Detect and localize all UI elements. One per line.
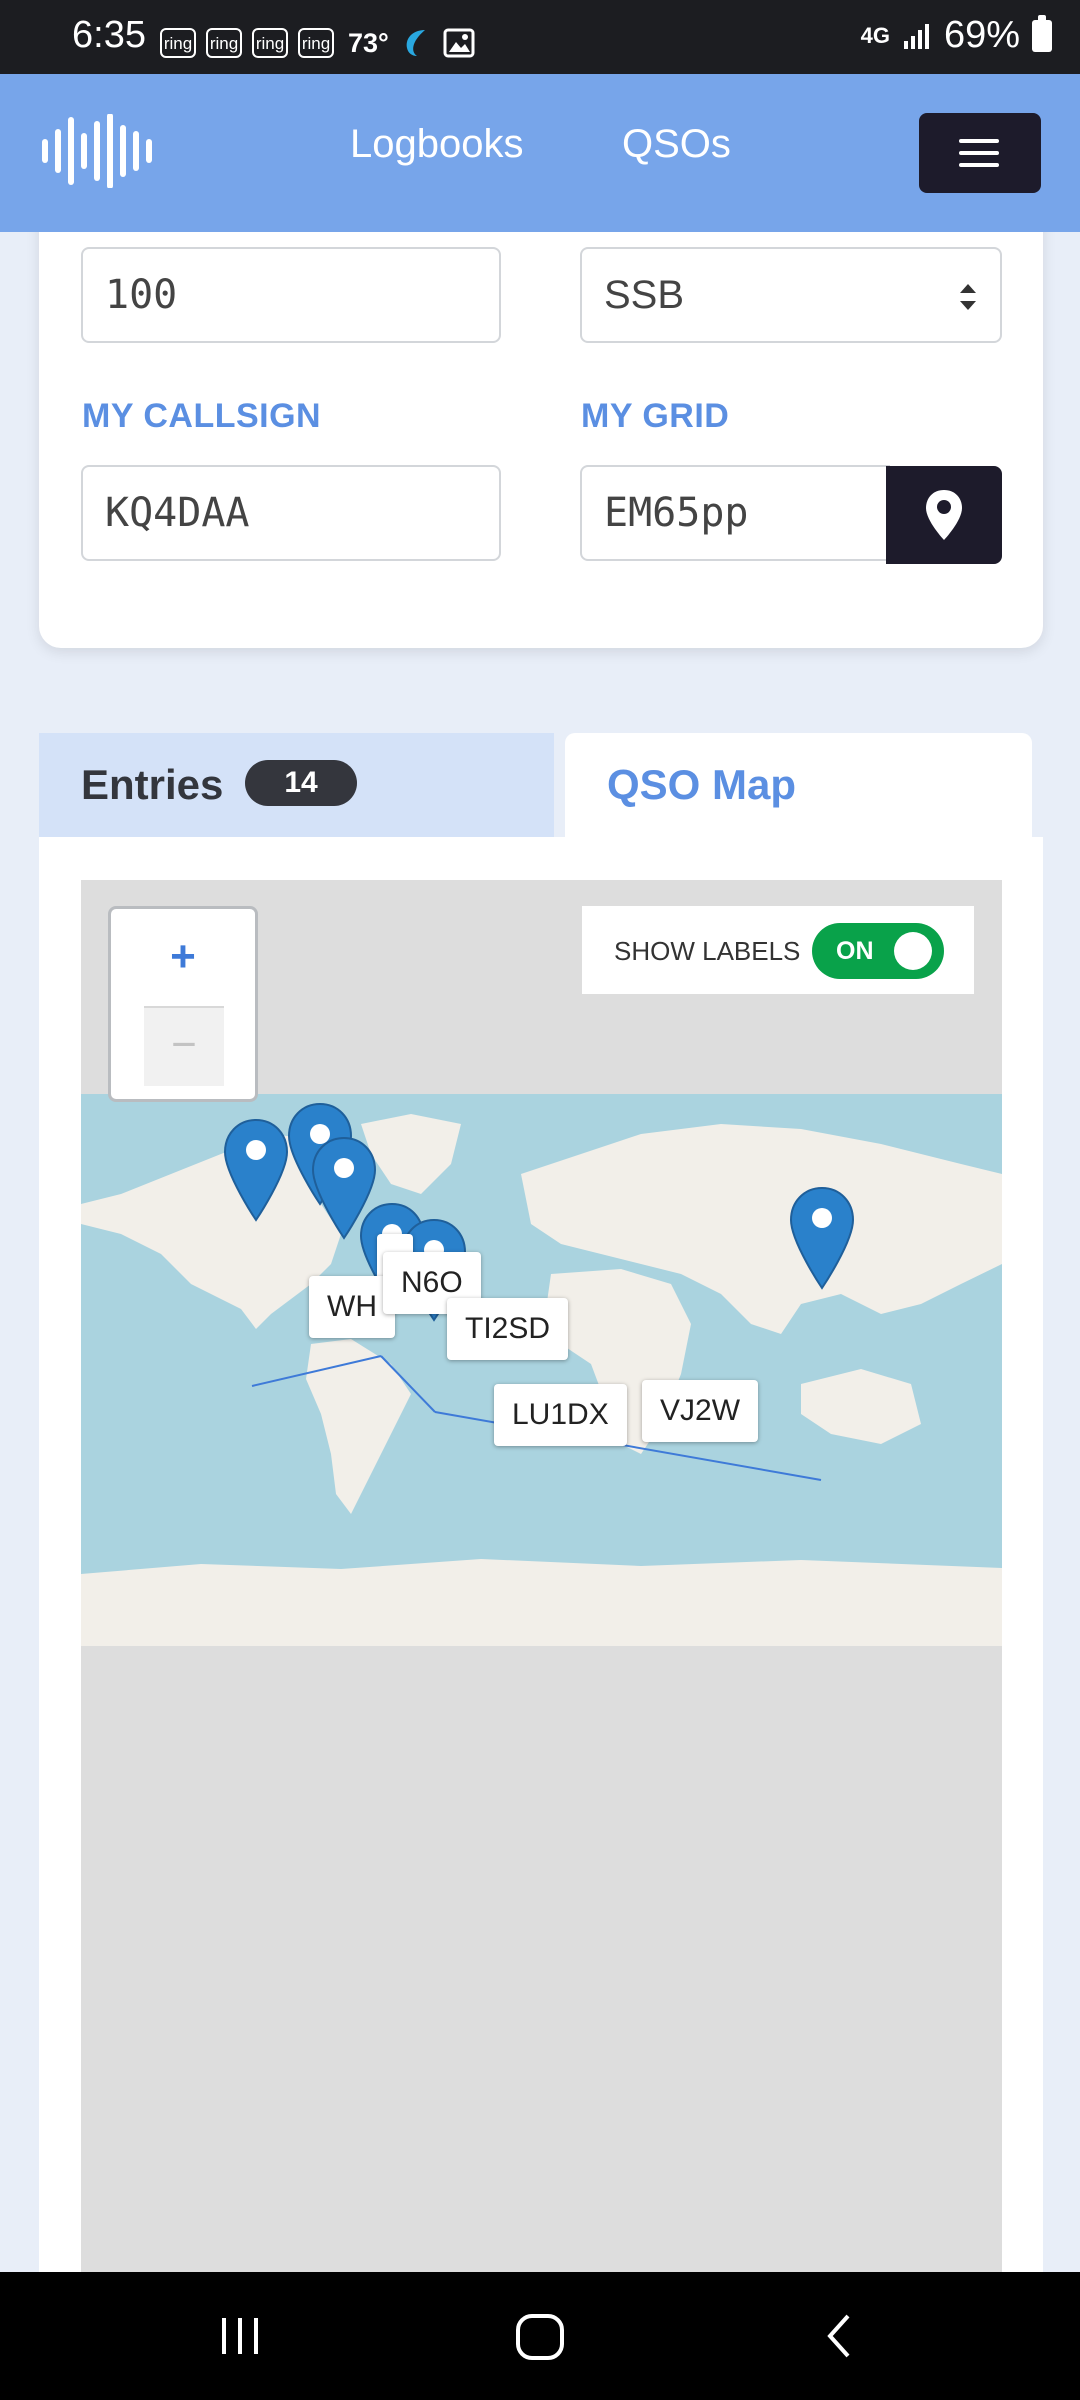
ring-notification-icon: ring [160, 28, 196, 58]
tab-entries-label: Entries [81, 761, 224, 808]
status-bar: 6:35 ring ring ring ring 73° 4G 69% [0, 0, 1080, 74]
show-labels-label: SHOW LABELS [614, 936, 801, 966]
map-label-vj2w[interactable]: VJ2W [642, 1380, 759, 1442]
clock: 6:35 [72, 14, 146, 56]
tab-qso-map-label: QSO Map [607, 761, 797, 808]
nav-link-qsos[interactable]: QSOs [622, 122, 731, 167]
network-type: 4G [860, 22, 890, 48]
recent-apps-icon[interactable] [210, 2306, 270, 2366]
map-marker[interactable] [789, 1186, 855, 1290]
weather-icon [406, 30, 425, 56]
locate-grid-button[interactable] [886, 466, 1002, 564]
temperature: 73° [348, 27, 389, 58]
world-map-tiles [81, 1094, 1002, 1646]
navbar: Logbooks QSOs [0, 74, 1080, 232]
zoom-in-button[interactable]: + [111, 909, 255, 1005]
ring-notification-icon: ring [298, 28, 334, 58]
my-callsign-input[interactable]: KQ4DAA [81, 465, 501, 561]
entries-count-badge: 14 [245, 760, 357, 806]
nav-link-logbooks[interactable]: Logbooks [350, 122, 523, 167]
signal-icon [903, 23, 929, 49]
image-icon [443, 28, 475, 58]
ring-notification-icon: ring [206, 28, 242, 58]
zoom-out-button[interactable]: − [144, 1006, 224, 1086]
show-labels-toggle[interactable]: ON [812, 923, 944, 979]
mode-select-value: SSB [604, 273, 685, 317]
my-grid-label: MY GRID [581, 397, 730, 435]
home-icon[interactable] [510, 2306, 570, 2366]
system-nav-bar [0, 2272, 1080, 2400]
tab-qso-map[interactable]: QSO Map [565, 733, 1032, 845]
menu-toggle-button[interactable] [919, 113, 1041, 193]
show-labels-control: SHOW LABELS ON [582, 906, 974, 994]
zoom-control: + − [108, 906, 258, 1102]
toggle-knob [894, 932, 932, 970]
map-marker[interactable] [223, 1118, 289, 1222]
battery-icon [1032, 14, 1052, 52]
select-arrows-icon [960, 284, 976, 310]
my-callsign-label: MY CALLSIGN [82, 397, 322, 435]
toggle-state-label: ON [836, 937, 874, 965]
ring-notification-icon: ring [252, 28, 288, 58]
waveform-logo-icon[interactable] [40, 114, 160, 188]
mode-select[interactable]: SSB [580, 247, 1002, 343]
map-label-ti2sd[interactable]: TI2SD [447, 1298, 569, 1360]
power-input[interactable]: 100 [81, 247, 501, 343]
tab-entries[interactable]: Entries 14 [39, 733, 554, 837]
battery-percent: 69% [943, 14, 1020, 56]
map-pin-icon [926, 490, 962, 540]
back-icon[interactable] [810, 2306, 870, 2366]
notification-icons: ring ring ring ring 73° [160, 26, 475, 60]
my-grid-input[interactable]: EM65pp [580, 465, 890, 561]
map-label-lu1dx[interactable]: LU1DX [494, 1384, 627, 1446]
